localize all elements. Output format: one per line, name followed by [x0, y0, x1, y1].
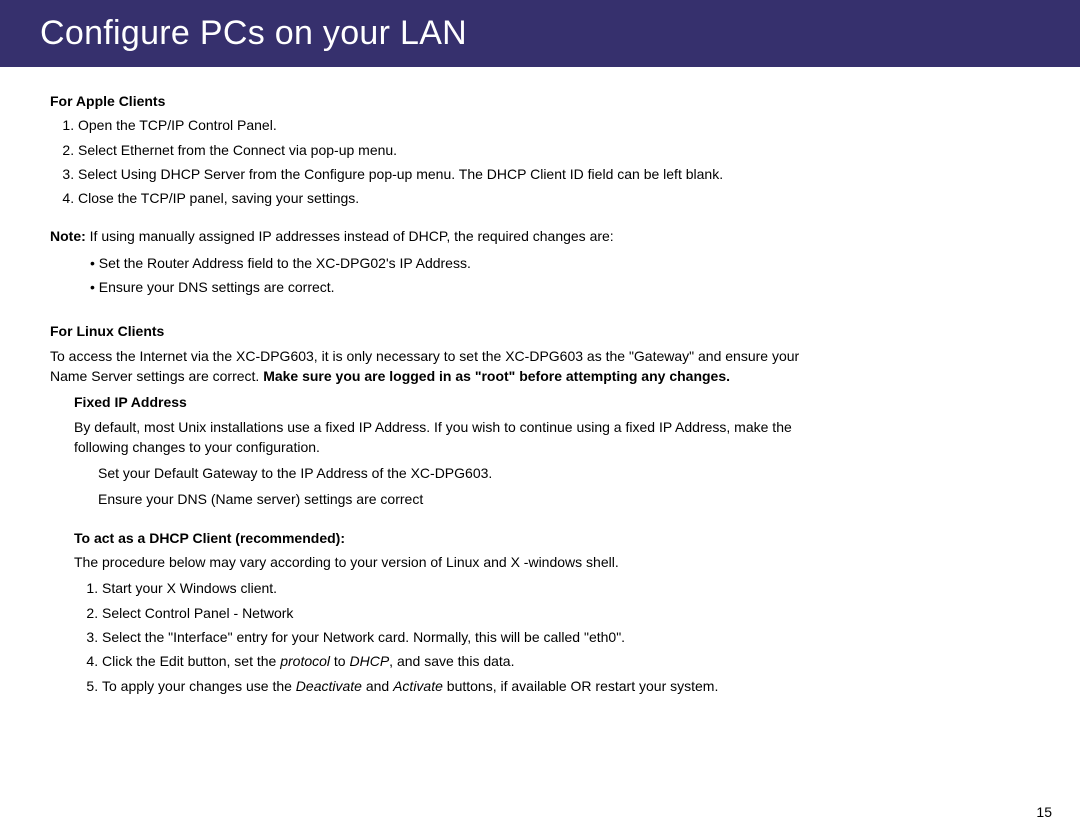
section-dhcp-client: To act as a DHCP Client (recommended): T… — [74, 528, 810, 696]
dhcp-para: The procedure below may vary according t… — [74, 552, 810, 572]
linux-intro-bold: Make sure you are logged in as "root" be… — [263, 368, 730, 384]
list-item: Ensure your DNS (Name server) settings a… — [98, 489, 810, 509]
list-item: Select Using DHCP Server from the Config… — [78, 164, 810, 184]
list-item: Click the Edit button, set the protocol … — [102, 651, 810, 671]
dhcp-steps: Start your X Windows client. Select Cont… — [74, 578, 810, 695]
heading-fixed-ip: Fixed IP Address — [74, 392, 810, 412]
content: For Apple Clients Open the TCP/IP Contro… — [0, 67, 810, 696]
linux-intro: To access the Internet via the XC-DPG603… — [50, 346, 810, 387]
heading-linux: For Linux Clients — [50, 321, 810, 341]
heading-dhcp: To act as a DHCP Client (recommended): — [74, 528, 810, 548]
list-item: To apply your changes use the Deactivate… — [102, 676, 810, 696]
list-item: Select Control Panel - Network — [102, 603, 810, 623]
page-number: 15 — [1036, 804, 1052, 820]
list-item: Set your Default Gateway to the IP Addre… — [98, 463, 810, 483]
page-header: Configure PCs on your LAN — [0, 0, 1080, 67]
apple-note-bullets: • Set the Router Address field to the XC… — [50, 253, 810, 298]
section-linux: For Linux Clients To access the Internet… — [50, 321, 810, 695]
list-item: Select the "Interface" entry for your Ne… — [102, 627, 810, 647]
page: Configure PCs on your LAN For Apple Clie… — [0, 0, 1080, 834]
list-item: Close the TCP/IP panel, saving your sett… — [78, 188, 810, 208]
page-title: Configure PCs on your LAN — [40, 14, 1080, 53]
apple-steps: Open the TCP/IP Control Panel. Select Et… — [50, 115, 810, 208]
list-item: Open the TCP/IP Control Panel. — [78, 115, 810, 135]
list-item: • Ensure your DNS settings are correct. — [90, 277, 810, 297]
fixed-ip-para: By default, most Unix installations use … — [74, 417, 810, 458]
list-item: Select Ethernet from the Connect via pop… — [78, 140, 810, 160]
section-apple: For Apple Clients Open the TCP/IP Contro… — [50, 91, 810, 297]
apple-note: Note: If using manually assigned IP addr… — [50, 226, 810, 246]
note-text: If using manually assigned IP addresses … — [90, 228, 614, 244]
list-item: Start your X Windows client. — [102, 578, 810, 598]
heading-apple: For Apple Clients — [50, 91, 810, 111]
section-fixed-ip: Fixed IP Address By default, most Unix i… — [74, 392, 810, 509]
note-label: Note: — [50, 228, 86, 244]
list-item: • Set the Router Address field to the XC… — [90, 253, 810, 273]
